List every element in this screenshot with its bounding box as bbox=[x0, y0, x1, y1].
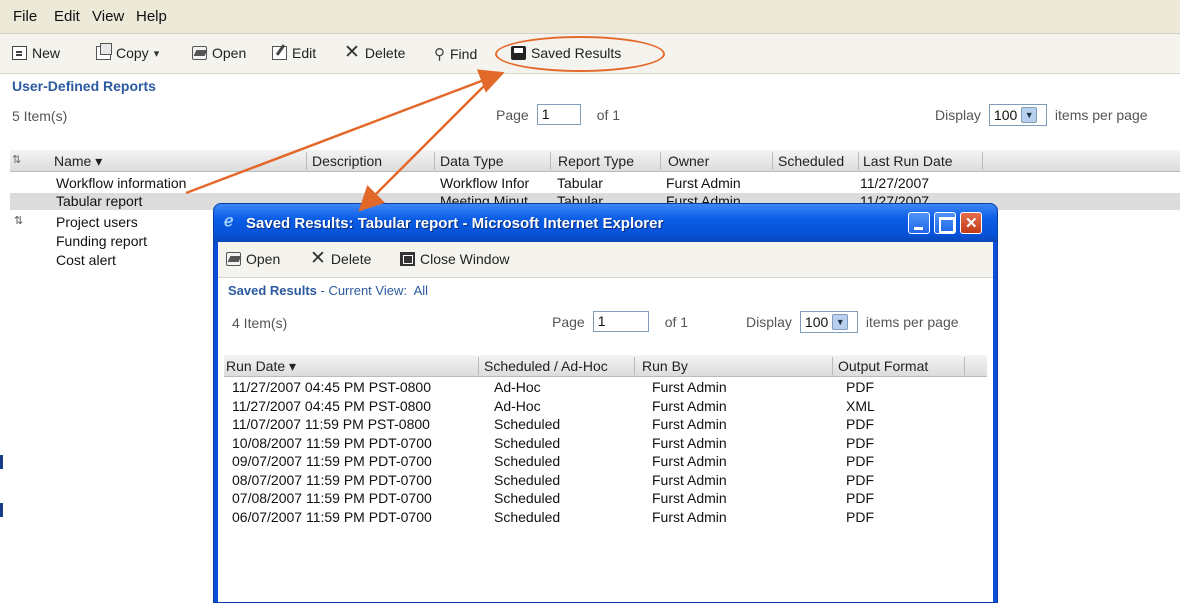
annotation-arrow-to-popup bbox=[358, 73, 497, 212]
annotation-arrows bbox=[185, 69, 505, 212]
annotation-arrow-to-saved-results bbox=[185, 69, 505, 195]
